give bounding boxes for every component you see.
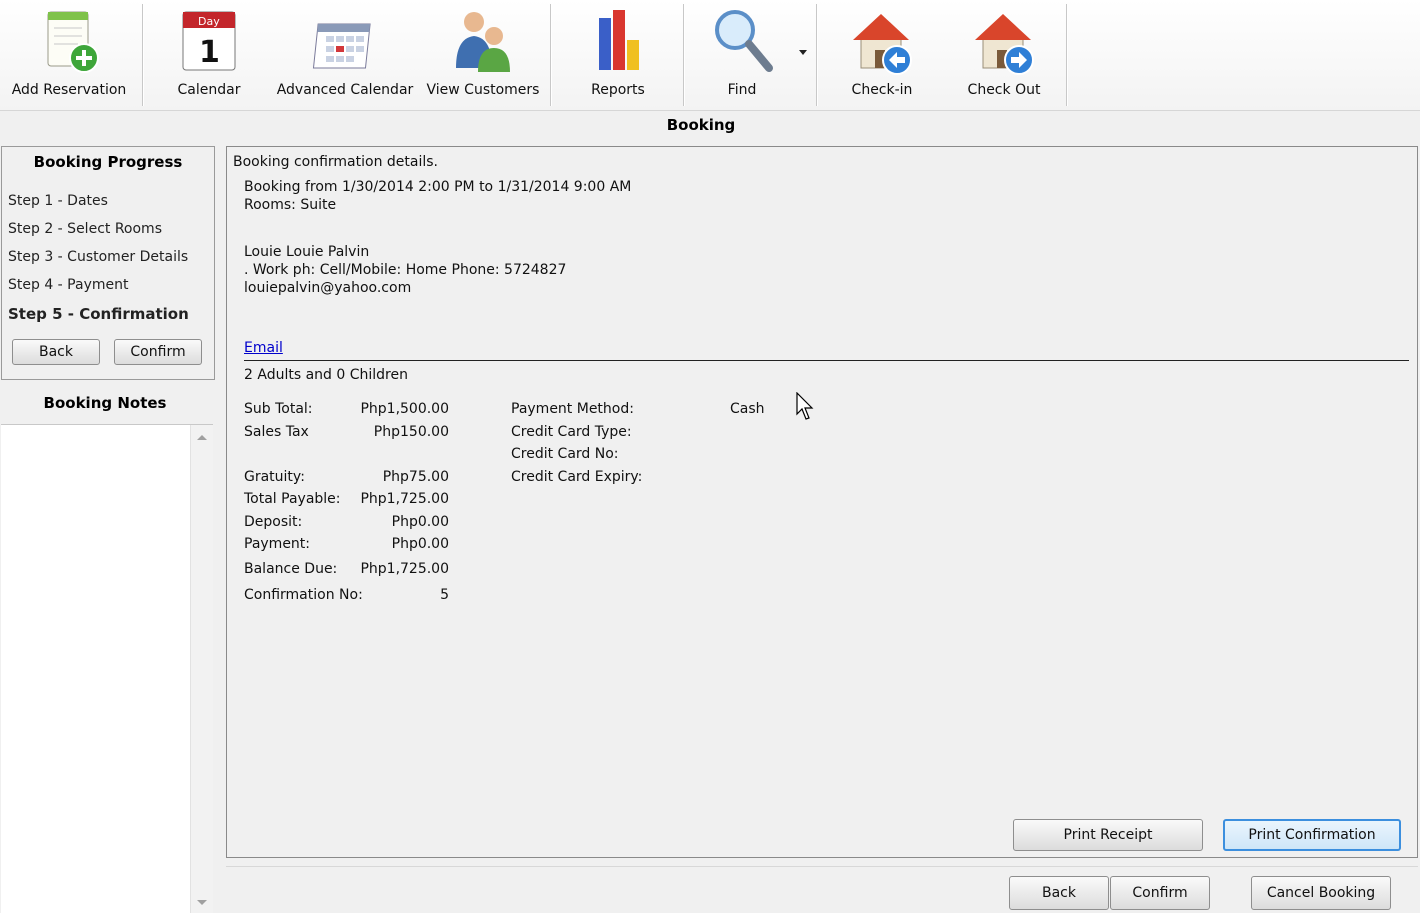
magnifier-icon [715, 10, 773, 72]
advanced-calendar-icon [312, 23, 371, 69]
step-confirmation: Step 5 - Confirmation [8, 305, 189, 323]
payment-label: Payment: [244, 536, 311, 552]
deposit-label: Deposit: [244, 514, 303, 530]
advanced-calendar-label: Advanced Calendar [276, 82, 414, 98]
scroll-down-icon[interactable] [197, 900, 207, 905]
customer-name: Louie Louie Palvin [244, 244, 370, 260]
check-in-icon [853, 14, 912, 75]
payment-method-value: Cash [730, 401, 765, 417]
view-customers-label: View Customers [426, 82, 540, 98]
payment-method-label: Payment Method: [511, 401, 634, 417]
confirmation-no-value: 5 [440, 587, 449, 603]
back-button[interactable]: Back [1009, 876, 1109, 910]
footer-divider [226, 866, 1418, 867]
confirmation-heading: Booking confirmation details. [233, 154, 438, 170]
add-reservation-label: Add Reservation [11, 82, 127, 98]
section-divider [244, 360, 1409, 361]
confirm-button[interactable]: Confirm [1110, 876, 1210, 910]
find-button[interactable]: Find [688, 0, 796, 108]
step-customer-details: Step 3 - Customer Details [8, 249, 189, 265]
booking-confirmation-panel: Booking confirmation details. Booking fr… [226, 146, 1418, 858]
sub-total-label: Sub Total: [244, 401, 313, 417]
chevron-down-icon [799, 50, 807, 55]
booking-notes-textarea[interactable] [1, 424, 213, 913]
main-toolbar: Add Reservation Day 1 Calendar Advanced … [0, 0, 1420, 111]
guest-count: 2 Adults and 0 Children [244, 367, 408, 383]
customers-icon [456, 12, 510, 72]
check-out-icon [975, 14, 1034, 75]
calendar-icon: Day 1 [182, 11, 236, 71]
progress-back-button[interactable]: Back [12, 339, 100, 365]
customer-email: louiepalvin@yahoo.com [244, 280, 412, 296]
calendar-icon-day-text: Day [198, 15, 220, 28]
reports-button[interactable]: Reports [556, 0, 680, 108]
check-in-label: Check-in [851, 82, 913, 98]
calendar-icon-number: 1 [199, 35, 220, 70]
payment-value: Php0.00 [391, 536, 449, 552]
booking-notes-title: Booking Notes [43, 394, 167, 412]
sales-tax-label: Sales Tax [244, 424, 309, 440]
add-reservation-button[interactable]: Add Reservation [4, 0, 134, 108]
find-label: Find [727, 82, 757, 98]
total-payable-value: Php1,725.00 [360, 491, 449, 507]
page-title: Booking [666, 116, 736, 134]
credit-card-type-label: Credit Card Type: [511, 424, 632, 440]
toolbar-separator [1066, 4, 1067, 106]
sub-total-value: Php1,500.00 [360, 401, 449, 417]
balance-due-label: Balance Due: [244, 561, 338, 577]
booking-progress-panel: Booking Progress Step 1 - Dates Step 2 -… [1, 146, 215, 380]
advanced-calendar-button[interactable]: Advanced Calendar [272, 0, 418, 108]
credit-card-expiry-label: Credit Card Expiry: [511, 469, 643, 485]
balance-due-value: Php1,725.00 [360, 561, 449, 577]
check-out-button[interactable]: Check Out [944, 0, 1064, 108]
cancel-booking-button[interactable]: Cancel Booking [1251, 876, 1391, 910]
deposit-value: Php0.00 [391, 514, 449, 530]
booking-rooms: Rooms: Suite [244, 197, 337, 213]
toolbar-separator [142, 4, 143, 106]
reports-icon [599, 10, 639, 70]
calendar-label: Calendar [177, 82, 241, 98]
gratuity-label: Gratuity: [244, 469, 305, 485]
check-in-button[interactable]: Check-in [822, 0, 942, 108]
email-link[interactable]: Email [244, 340, 283, 356]
progress-confirm-button[interactable]: Confirm [114, 339, 202, 365]
toolbar-separator [816, 4, 817, 106]
mouse-pointer-icon [796, 392, 814, 420]
check-out-label: Check Out [967, 82, 1041, 98]
step-payment: Step 4 - Payment [8, 277, 129, 293]
reports-label: Reports [591, 82, 645, 98]
print-receipt-button[interactable]: Print Receipt [1013, 819, 1203, 851]
customer-phones: . Work ph: Cell/Mobile: Home Phone: 5724… [244, 262, 567, 278]
booking-date-range: Booking from 1/30/2014 2:00 PM to 1/31/2… [244, 179, 632, 195]
print-confirmation-button[interactable]: Print Confirmation [1223, 819, 1401, 851]
calendar-button[interactable]: Day 1 Calendar [148, 0, 270, 108]
notes-scrollbar[interactable] [190, 425, 213, 913]
toolbar-separator [683, 4, 684, 106]
step-dates: Step 1 - Dates [8, 193, 108, 209]
scroll-up-icon[interactable] [197, 435, 207, 440]
step-select-rooms: Step 2 - Select Rooms [8, 221, 162, 237]
add-reservation-icon [47, 11, 99, 73]
sales-tax-value: Php150.00 [373, 424, 449, 440]
credit-card-no-label: Credit Card No: [511, 446, 619, 462]
gratuity-value: Php75.00 [382, 469, 449, 485]
view-customers-button[interactable]: View Customers [420, 0, 546, 108]
find-dropdown-button[interactable] [796, 0, 812, 108]
booking-progress-title: Booking Progress [33, 153, 183, 171]
total-payable-label: Total Payable: [244, 491, 341, 507]
toolbar-separator [550, 4, 551, 106]
